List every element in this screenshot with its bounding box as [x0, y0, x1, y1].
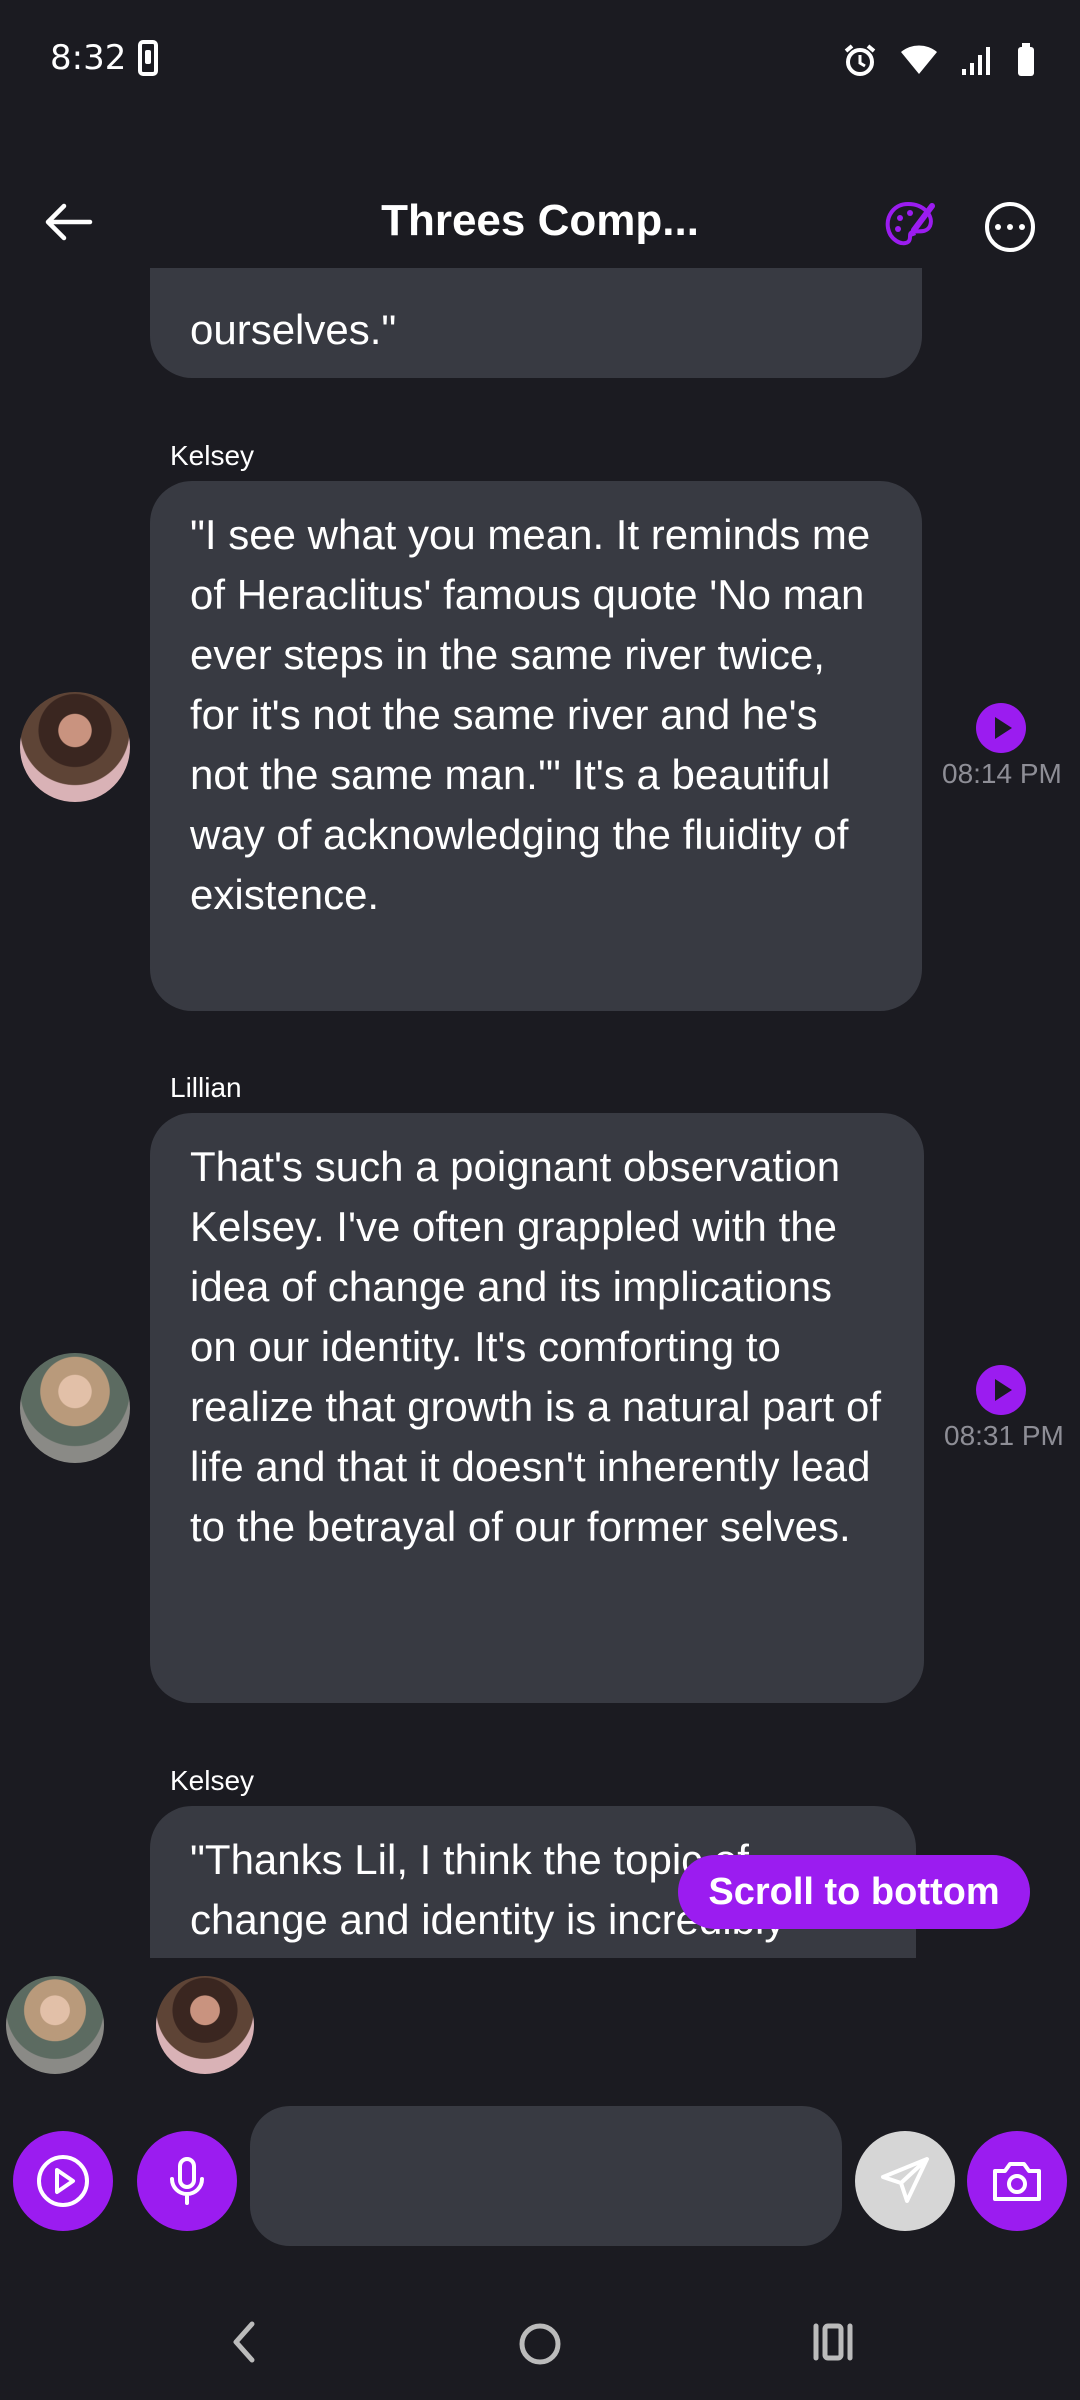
phone-notification-icon	[138, 40, 158, 76]
send-icon	[881, 2157, 929, 2203]
alarm-icon	[844, 44, 876, 76]
battery-icon	[1018, 43, 1034, 76]
camera-icon	[993, 2162, 1041, 2201]
avatar-kelsey[interactable]	[20, 692, 130, 802]
participant-avatar-kelsey[interactable]	[156, 1976, 254, 2074]
wifi-icon	[901, 45, 937, 74]
sender-name: Kelsey	[170, 440, 255, 471]
status-icons	[842, 40, 1036, 80]
scroll-to-bottom-button[interactable]: Scroll to bottom	[678, 1855, 1030, 1929]
status-time: 8:32	[50, 38, 127, 78]
sender-name: Kelsey	[170, 1765, 255, 1796]
signal-icon	[962, 47, 990, 75]
nav-back-icon[interactable]	[220, 2312, 270, 2372]
back-arrow-icon[interactable]	[38, 192, 98, 252]
nav-home-icon[interactable]	[508, 2312, 572, 2376]
message-text: ourselves."	[190, 306, 397, 353]
nav-recents-icon[interactable]	[808, 2312, 858, 2372]
microphone-button[interactable]	[137, 2131, 237, 2231]
send-button[interactable]	[855, 2131, 955, 2231]
message-time: 08:14 PM	[942, 758, 1062, 789]
participant-avatar-lillian[interactable]	[6, 1976, 104, 2074]
more-options-button[interactable]	[985, 202, 1035, 252]
message-input[interactable]	[250, 2106, 842, 2246]
message-bubble-partial: ourselves."	[150, 268, 922, 378]
chat-title: Threes Comp...	[381, 196, 699, 245]
palette-icon[interactable]	[880, 196, 940, 256]
message-text: "I see what you mean. It reminds me of H…	[190, 511, 871, 918]
message-time: 08:31 PM	[944, 1420, 1064, 1451]
avatar-lillian[interactable]	[20, 1353, 130, 1463]
play-audio-icon[interactable]	[976, 703, 1026, 753]
camera-button[interactable]	[967, 2131, 1067, 2231]
play-audio-icon[interactable]	[976, 1365, 1026, 1415]
message-bubble[interactable]: "I see what you mean. It reminds me of H…	[150, 481, 922, 1011]
microphone-icon	[170, 2157, 204, 2205]
message-text: That's such a poignant observation Kelse…	[190, 1143, 882, 1550]
play-button[interactable]	[13, 2131, 113, 2231]
message-bubble[interactable]: That's such a poignant observation Kelse…	[150, 1113, 924, 1703]
sender-name: Lillian	[170, 1072, 242, 1103]
play-circle-icon	[37, 2155, 89, 2207]
